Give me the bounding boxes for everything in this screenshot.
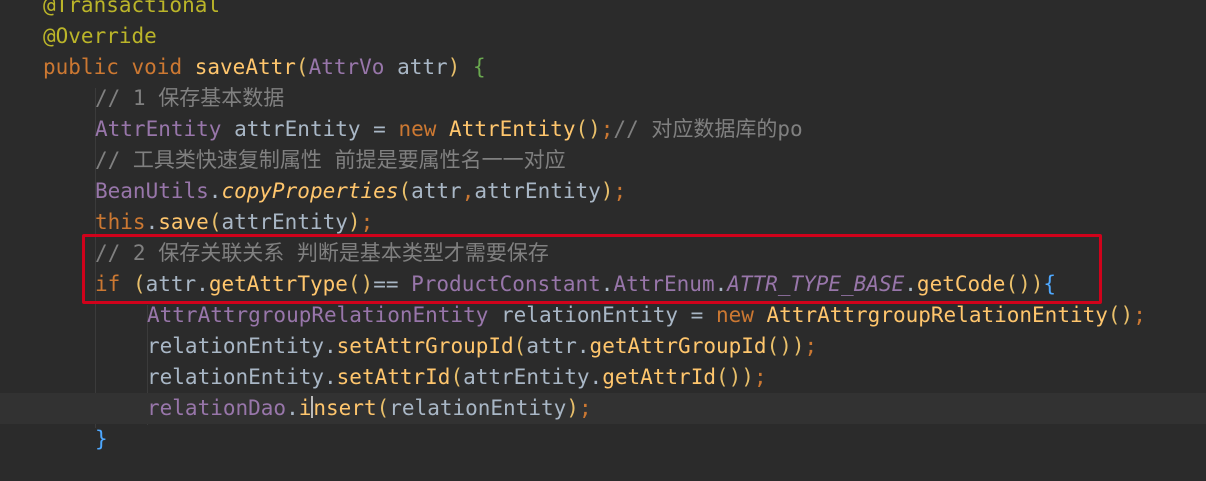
method-save: save: [158, 210, 209, 234]
paren-open: (: [398, 179, 412, 203]
method-name: saveAttr: [194, 55, 296, 79]
param-name: attr: [384, 55, 448, 79]
field-relation-dao: relationDao: [147, 396, 287, 420]
semicolon: ;: [613, 179, 627, 203]
method-copy-properties: copyProperties: [221, 179, 399, 203]
statement-new-relation: AttrAttrgroupRelationEntity relationEnti…: [147, 300, 1146, 331]
code-line-12[interactable]: relationEntity.setAttrId(attrEntity.getA…: [0, 362, 1206, 393]
comma: ,: [461, 179, 475, 203]
code-line-13[interactable]: relationDao.insert(relationEntity);: [0, 393, 1206, 424]
arg-attr-entity: attrEntity: [221, 210, 348, 234]
paren-open: (: [295, 55, 309, 79]
var-attr-entity: attrEntity =: [221, 117, 399, 141]
arg-attr-entity: attrEntity: [474, 179, 601, 203]
code-line-3[interactable]: // 1 保存基本数据: [0, 83, 1206, 114]
paren-open: (: [208, 210, 222, 234]
comment-po: // 对应数据库的po: [613, 117, 803, 141]
var-attr: attr.: [526, 334, 590, 358]
paren-open: (: [513, 334, 527, 358]
parens: (): [715, 365, 742, 389]
var-attr-entity: attrEntity.: [463, 365, 603, 389]
var-relation-entity: relationEntity.: [147, 365, 337, 389]
type-relation-entity: AttrAttrgroupRelationEntity: [147, 303, 489, 327]
code-editor[interactable]: @Transactional @Override public void sav…: [0, 0, 1206, 481]
method-set-attr-group-id: setAttrGroupId: [336, 334, 514, 358]
var-relation-entity: relationEntity =: [488, 303, 716, 327]
constructor-name: AttrAttrgroupRelationEntity: [753, 303, 1108, 327]
semicolon: ;: [360, 210, 374, 234]
code-line-2[interactable]: public void saveAttr(AttrVo attr) {: [0, 52, 1206, 83]
method-set-attr-id: setAttrId: [336, 365, 451, 389]
paren-open: (: [450, 365, 464, 389]
code-line-1[interactable]: @Override: [0, 21, 1206, 52]
semicolon: ;: [600, 117, 614, 141]
semicolon: ;: [1133, 303, 1146, 327]
code-line-14[interactable]: }: [0, 424, 1206, 455]
comment-save-basic: // 1 保存基本数据: [95, 86, 285, 110]
statement-set-attr-id: relationEntity.setAttrId(attrEntity.getA…: [147, 362, 767, 393]
dot: .: [145, 210, 159, 234]
keyword-public: public: [43, 55, 119, 79]
semicolon: ;: [804, 334, 818, 358]
code-line-5[interactable]: // 工具类快速复制属性 前提是要属性名一一对应: [0, 145, 1206, 176]
code-line-4[interactable]: AttrEntity attrEntity = new AttrEntity()…: [0, 114, 1206, 145]
constructor-name: AttrEntity: [436, 117, 576, 141]
param-type: AttrVo: [308, 55, 385, 79]
code-line-10[interactable]: AttrAttrgroupRelationEntity relationEnti…: [0, 300, 1206, 331]
parens: (): [575, 117, 601, 141]
keyword-this: this: [95, 210, 146, 234]
var-relation-entity: relationEntity.: [147, 334, 337, 358]
statement-new-entity: AttrEntity attrEntity = new AttrEntity()…: [95, 114, 803, 145]
comment-copy-props: // 工具类快速复制属性 前提是要属性名一一对应: [95, 148, 566, 172]
code-line-0[interactable]: @Transactional: [0, 0, 1206, 21]
keyword-new: new: [715, 303, 754, 327]
paren-close: ): [447, 55, 461, 79]
method-insert-part-a: i: [298, 396, 312, 420]
arg-relation-entity: relationEntity: [389, 396, 567, 420]
code-line-11[interactable]: relationEntity.setAttrGroupId(attr.getAt…: [0, 331, 1206, 362]
statement-copy-properties: BeanUtils.copyProperties(attr,attrEntity…: [95, 176, 626, 207]
dot: .: [286, 396, 299, 420]
code-line-6[interactable]: BeanUtils.copyProperties(attr,attrEntity…: [0, 176, 1206, 207]
annotation-override: @Override: [43, 24, 157, 48]
paren-close: ): [347, 210, 361, 234]
paren-close: ): [566, 396, 579, 420]
statement-set-group-id: relationEntity.setAttrGroupId(attr.getAt…: [147, 331, 817, 362]
parens: (): [1107, 303, 1134, 327]
paren-close: ): [741, 365, 754, 389]
dot: .: [208, 179, 222, 203]
brace-open: {: [472, 55, 486, 79]
method-get-attr-id: getAttrId: [602, 365, 716, 389]
highlight-box: [82, 234, 1102, 304]
keyword-void: void: [131, 55, 183, 79]
brace-close: }: [95, 427, 108, 451]
keyword-new: new: [398, 117, 437, 141]
parens: (): [766, 334, 792, 358]
method-get-attr-group-id: getAttrGroupId: [589, 334, 767, 358]
semicolon: ;: [753, 365, 767, 389]
semicolon: ;: [578, 396, 592, 420]
method-signature: public void saveAttr(AttrVo attr) {: [43, 52, 486, 83]
paren-close: ): [600, 179, 614, 203]
method-insert-part-b: nsert: [313, 396, 377, 420]
type-attr-entity: AttrEntity: [95, 117, 222, 141]
paren-close: ): [791, 334, 805, 358]
statement-insert: relationDao.insert(relationEntity);: [147, 393, 592, 424]
class-bean-utils: BeanUtils: [95, 179, 209, 203]
annotation-transactional: @Transactional: [43, 0, 221, 17]
arg-attr: attr: [411, 179, 462, 203]
paren-open: (: [376, 396, 390, 420]
